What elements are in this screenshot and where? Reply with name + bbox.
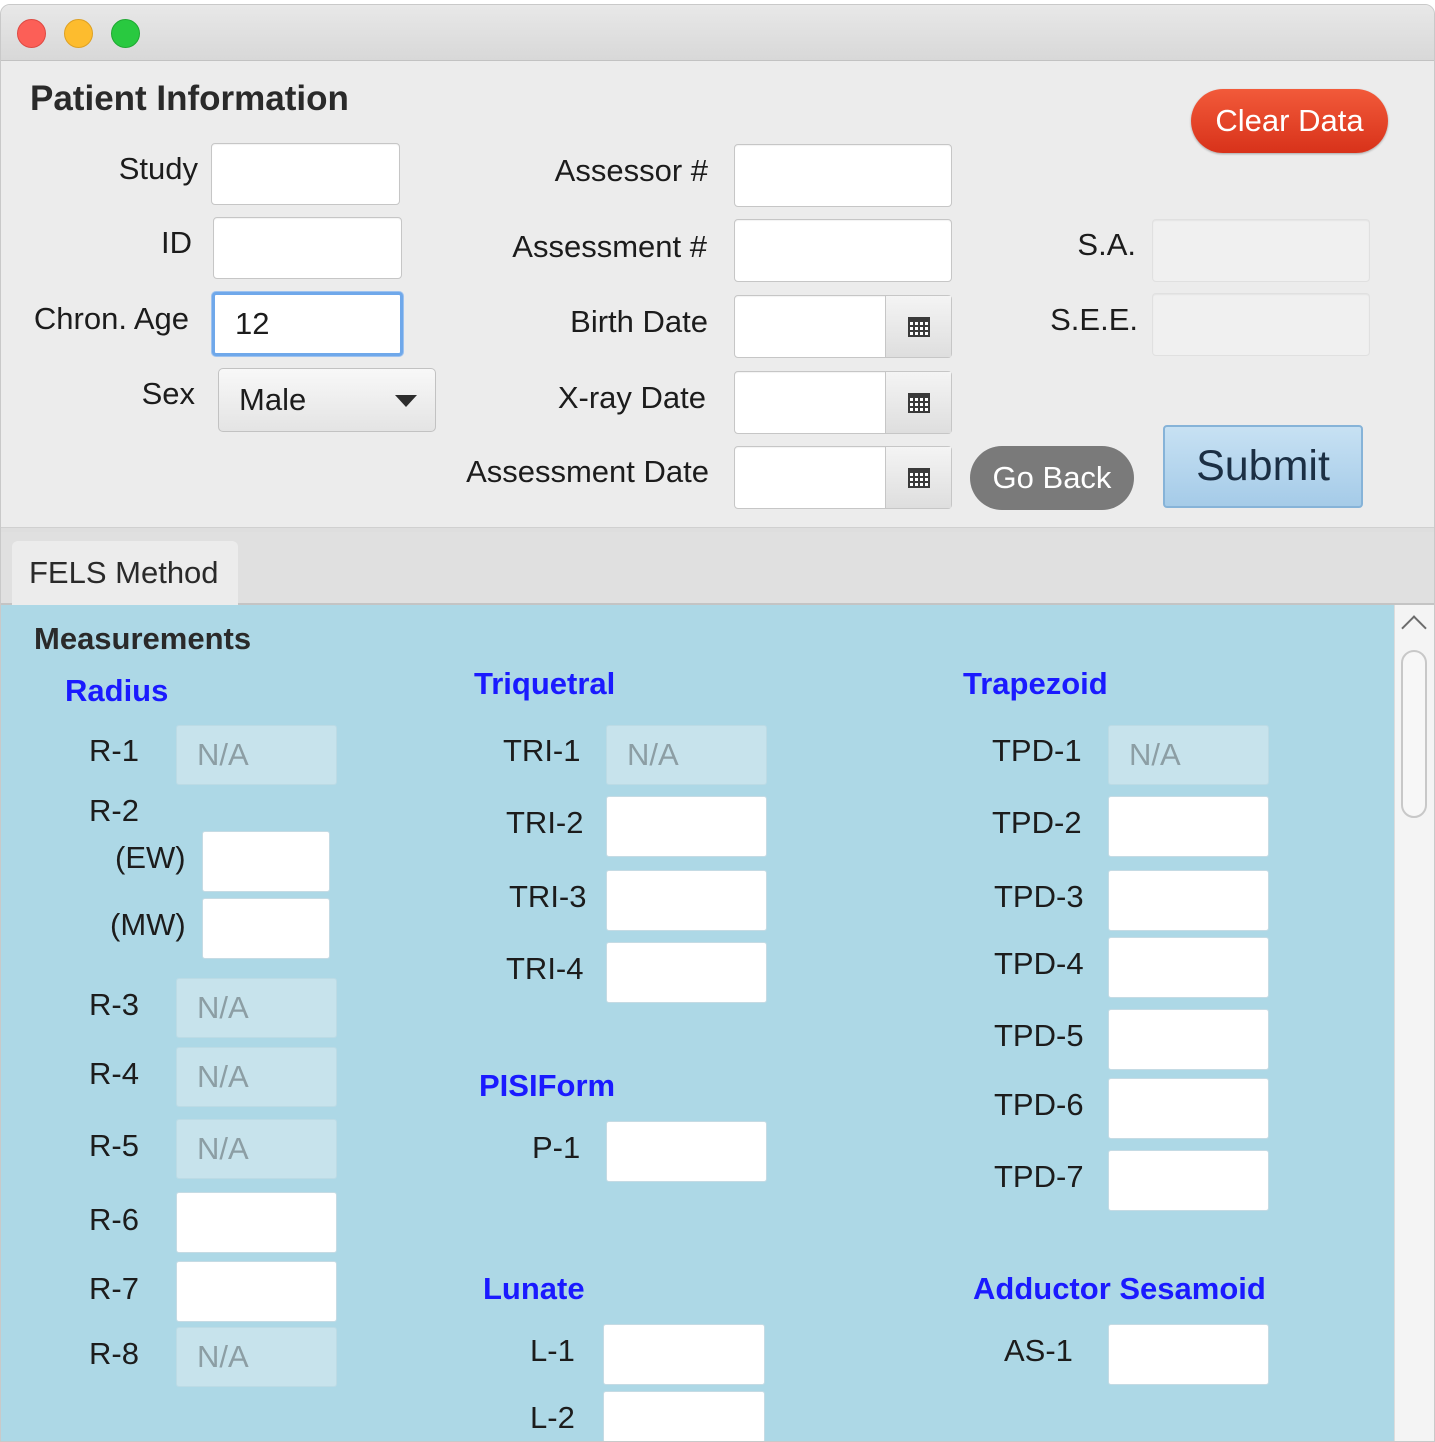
chron-age-label: Chron. Age [33,301,189,336]
tri4-field[interactable] [606,942,767,1003]
tab-fels-method[interactable]: FELS Method [12,541,238,605]
adductor-sesamoid-section-title: Adductor Sesamoid [973,1271,1266,1306]
go-back-button[interactable]: Go Back [970,446,1134,510]
r6-field[interactable] [176,1192,337,1253]
tpd4-label: TPD-4 [994,946,1084,981]
scroll-up-arrow-icon[interactable] [1401,615,1427,641]
app-window: Patient Information Study ID Chron. Age … [0,4,1435,1442]
chron-age-field[interactable]: 12 [212,292,403,356]
assessment-date-field[interactable] [734,446,952,509]
r6-label: R-6 [89,1202,139,1237]
tpd6-field[interactable] [1108,1078,1269,1139]
tpd1-label: TPD-1 [992,733,1082,768]
p1-field[interactable] [606,1121,767,1182]
tab-bar: FELS Method [1,532,1434,605]
tpd3-label: TPD-3 [994,879,1084,914]
tri1-field: N/A [606,725,767,785]
r5-label: R-5 [89,1128,139,1163]
sex-select-value: Male [239,382,307,417]
scroll-thumb[interactable] [1401,650,1427,818]
chevron-down-icon [395,395,417,407]
measurements-title: Measurements [34,621,252,656]
as1-field[interactable] [1108,1324,1269,1385]
l1-label: L-1 [530,1333,575,1368]
calendar-icon[interactable] [885,296,951,357]
assessor-field[interactable] [734,144,952,207]
r7-label: R-7 [89,1271,139,1306]
r4-label: R-4 [89,1056,139,1091]
r8-label: R-8 [89,1336,139,1371]
title-bar[interactable] [1,5,1434,61]
birth-date-label: Birth Date [570,304,708,339]
tpd5-field[interactable] [1108,1009,1269,1070]
id-label: ID [161,225,192,260]
tpd1-field: N/A [1108,725,1269,785]
tri2-label: TRI-2 [506,805,584,840]
pisiform-section-title: PISIForm [479,1068,616,1103]
radius-section-title: Radius [65,673,169,708]
p1-label: P-1 [532,1130,581,1165]
calendar-icon[interactable] [885,372,951,433]
r3-field: N/A [176,978,337,1038]
tpd5-label: TPD-5 [994,1018,1084,1053]
clear-data-button[interactable]: Clear Data [1191,89,1388,153]
study-field[interactable] [211,143,400,205]
xray-date-field[interactable] [734,371,952,434]
sex-label: Sex [141,376,195,411]
maximize-window-button[interactable] [111,19,140,48]
assessment-number-field[interactable] [734,219,952,282]
r4-field: N/A [176,1047,337,1107]
assessor-label: Assessor # [554,153,708,188]
tpd7-field[interactable] [1108,1150,1269,1211]
tri4-label: TRI-4 [506,951,584,986]
see-field [1152,293,1370,356]
tpd3-field[interactable] [1108,870,1269,931]
r3-label: R-3 [89,987,139,1022]
birth-date-field[interactable] [734,295,952,358]
assessment-number-label: Assessment # [512,229,707,264]
l1-field[interactable] [603,1324,765,1385]
tri2-field[interactable] [606,796,767,857]
assessment-date-label: Assessment Date [466,454,709,489]
close-window-button[interactable] [17,19,46,48]
mw-field[interactable] [202,898,330,959]
triquetral-section-title: Triquetral [474,666,616,701]
see-label: S.E.E. [1050,302,1138,337]
id-field[interactable] [213,217,402,279]
vertical-scrollbar[interactable] [1394,605,1434,1441]
submit-button[interactable]: Submit [1163,425,1363,508]
tri3-label: TRI-3 [509,879,587,914]
l2-field[interactable] [603,1391,765,1441]
tpd6-label: TPD-6 [994,1087,1084,1122]
r1-label: R-1 [89,733,139,768]
r2-label: R-2 [89,793,139,828]
minimize-window-button[interactable] [64,19,93,48]
as1-label: AS-1 [1004,1333,1073,1368]
r7-field[interactable] [176,1261,337,1322]
ew-field[interactable] [202,831,330,892]
r8-field: N/A [176,1327,337,1387]
tri3-field[interactable] [606,870,767,931]
r1-field: N/A [176,725,337,785]
lunate-section-title: Lunate [483,1271,585,1306]
study-label: Study [118,151,198,186]
sex-select[interactable]: Male [218,368,436,432]
tpd2-field[interactable] [1108,796,1269,857]
trapezoid-section-title: Trapezoid [963,666,1108,701]
l2-label: L-2 [530,1400,575,1435]
tpd2-label: TPD-2 [992,805,1082,840]
mw-label: (MW) [110,907,186,942]
tpd7-label: TPD-7 [994,1159,1084,1194]
tpd4-field[interactable] [1108,937,1269,998]
sa-label: S.A. [1077,227,1136,262]
calendar-icon[interactable] [885,447,951,508]
xray-date-label: X-ray Date [557,380,706,415]
sa-field [1152,219,1370,282]
patient-info-title: Patient Information [30,79,349,118]
r5-field: N/A [176,1119,337,1179]
tri1-label: TRI-1 [503,733,581,768]
ew-label: (EW) [115,840,186,875]
